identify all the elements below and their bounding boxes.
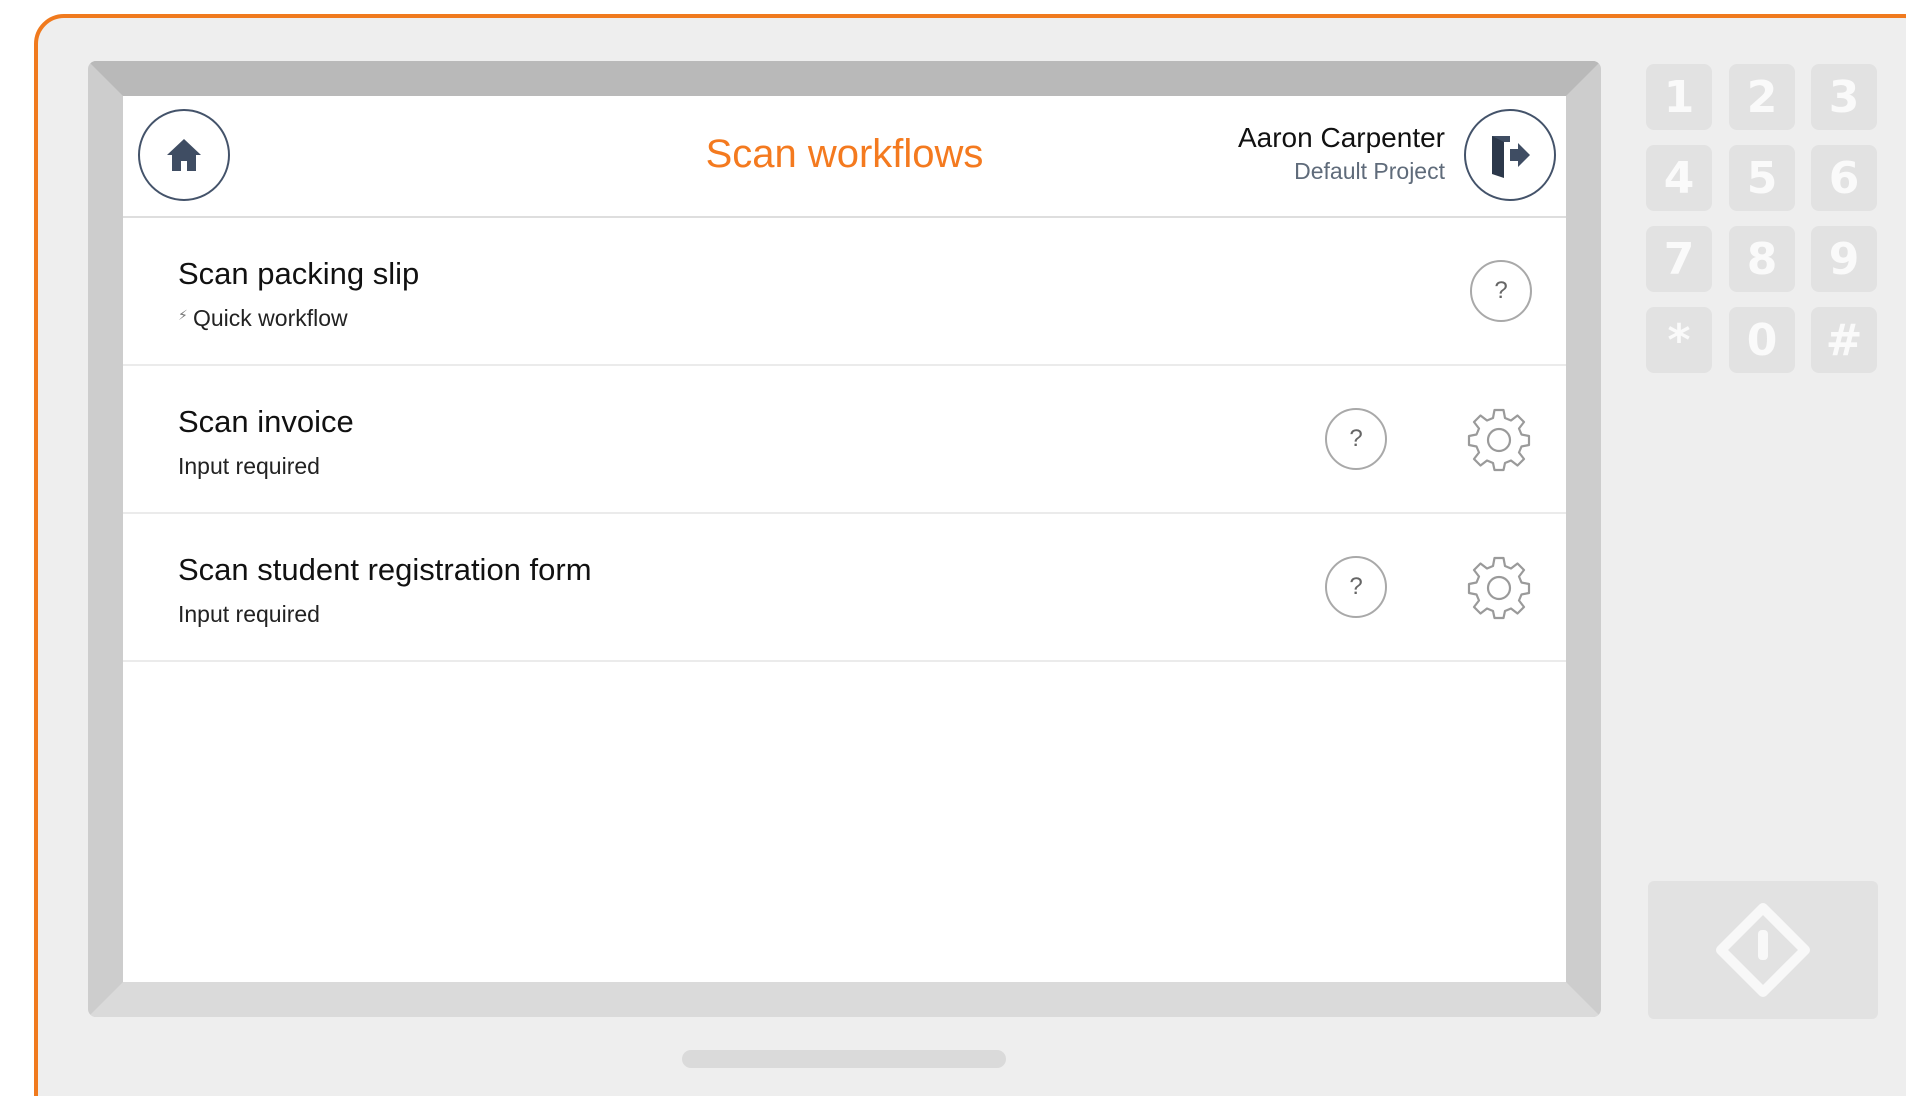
keypad-key-8[interactable]: 8: [1729, 226, 1795, 292]
keypad-key-4[interactable]: 4: [1646, 145, 1712, 211]
keypad-key-1[interactable]: 1: [1646, 64, 1712, 130]
keypad-key-7[interactable]: 7: [1646, 226, 1712, 292]
touch-screen: Scan workflows Aaron Carpenter Default P…: [123, 96, 1566, 982]
workflow-row-student-registration[interactable]: Scan student registration form Input req…: [123, 514, 1566, 662]
workflow-subtitle-text: Quick workflow: [193, 305, 348, 331]
gear-icon[interactable]: [1466, 406, 1532, 472]
workflow-title: Scan invoice: [178, 404, 354, 439]
user-name: Aaron Carpenter: [1237, 122, 1445, 153]
lightning-bolt-icon: ⚡: [178, 307, 188, 323]
workflow-row-packing-slip[interactable]: Scan packing slip ⚡ Quick workflow ?: [123, 218, 1566, 366]
keypad-key-hash[interactable]: #: [1811, 307, 1877, 373]
logout-icon: [1492, 136, 1530, 178]
keypad-key-0[interactable]: 0: [1729, 307, 1795, 373]
workflow-row-invoice[interactable]: Scan invoice Input required ?: [123, 366, 1566, 514]
workflow-subtitle: ⚡ Quick workflow: [178, 305, 348, 332]
workflow-title: Scan packing slip: [178, 256, 420, 291]
home-indicator-bar: [682, 1050, 1006, 1068]
workflow-subtitle: Input required: [178, 601, 320, 627]
logout-button[interactable]: [1464, 109, 1556, 201]
keypad-key-5[interactable]: 5: [1729, 145, 1795, 211]
keypad-key-9[interactable]: 9: [1811, 226, 1877, 292]
keypad-key-3[interactable]: 3: [1811, 64, 1877, 130]
help-icon[interactable]: ?: [1325, 556, 1387, 618]
keypad-key-2[interactable]: 2: [1729, 64, 1795, 130]
project-name: Default Project: [1294, 158, 1445, 184]
start-icon: [1716, 903, 1810, 997]
app-header: Scan workflows Aaron Carpenter Default P…: [123, 96, 1566, 218]
start-button[interactable]: [1648, 881, 1878, 1019]
gear-icon[interactable]: [1466, 554, 1532, 620]
keypad-key-star[interactable]: *: [1646, 307, 1712, 373]
workflow-subtitle: Input required: [178, 453, 320, 479]
help-icon[interactable]: ?: [1325, 408, 1387, 470]
workflow-title: Scan student registration form: [178, 552, 592, 587]
keypad-key-6[interactable]: 6: [1811, 145, 1877, 211]
help-icon[interactable]: ?: [1470, 260, 1532, 322]
